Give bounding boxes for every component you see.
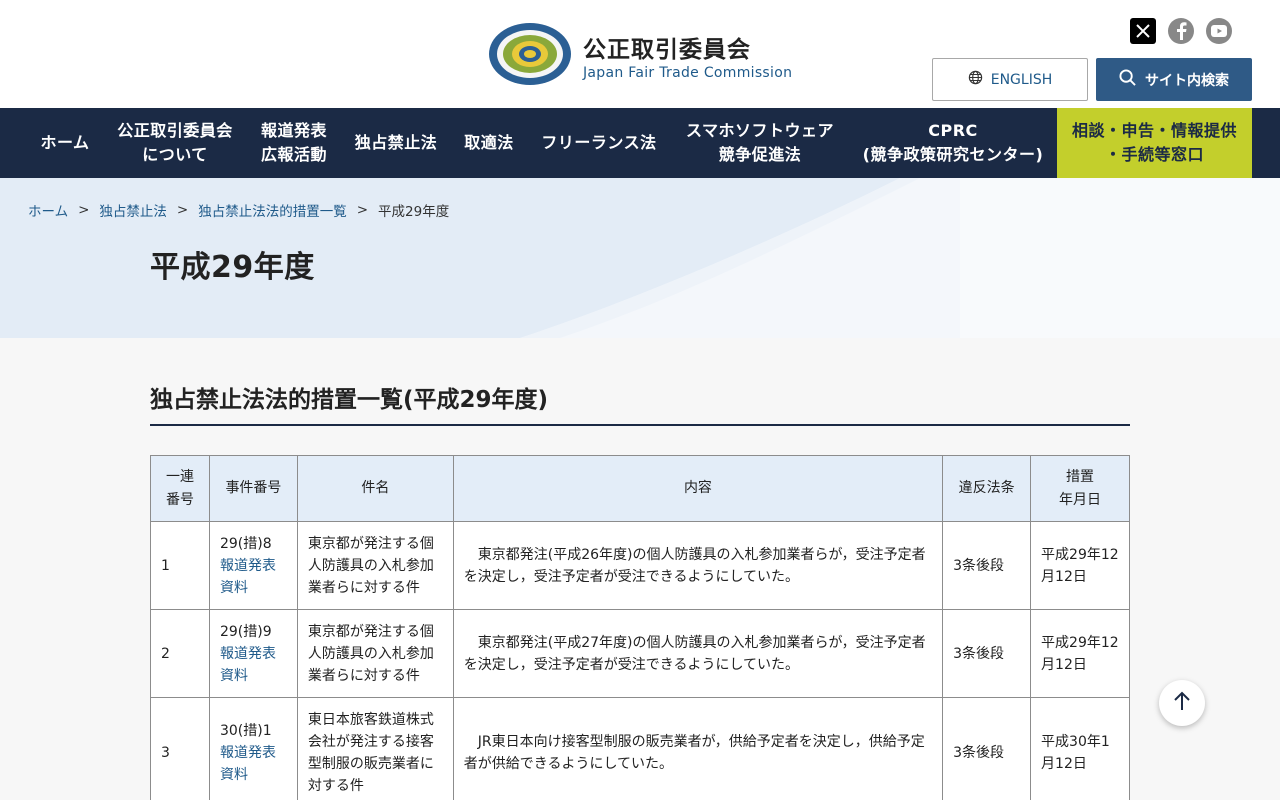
- nav-item-consultation[interactable]: 相談・申告・情報提供 ・手続等窓口: [1057, 108, 1252, 178]
- breadcrumb-separator: >: [176, 202, 189, 218]
- table-row: 1 29(措)8 報道発表資料 東京都が発注する個人防護具の入札参加業者らに対す…: [150, 521, 1130, 610]
- nav-item-press[interactable]: 報道発表 広報活動: [248, 108, 340, 178]
- case-number: 29(措)8: [219, 535, 272, 552]
- cell-content: JR東日本向け接客型制服の販売業者が，供給予定者を決定し，供給予定者が供給できる…: [452, 697, 944, 800]
- table-row: 2 29(措)9 報道発表資料 東京都が発注する個人防護具の入札参加業者らに対す…: [150, 609, 1130, 698]
- cell-serial: 2: [150, 609, 210, 698]
- cell-law: 3条後段: [942, 609, 1032, 698]
- press-release-link[interactable]: 報道発表資料: [220, 742, 287, 786]
- nav-item-cprc[interactable]: CPRC (競争政策研究センター): [854, 108, 1052, 178]
- site-search-button[interactable]: サイト内検索: [1096, 58, 1252, 101]
- section-title: 独占禁止法法的措置一覧(平成29年度): [150, 387, 549, 413]
- case-number: 30(措)1: [219, 722, 272, 739]
- breadcrumb: ホーム > 独占禁止法 > 独占禁止法法的措置一覧 > 平成29年度: [28, 200, 449, 220]
- globe-icon: [968, 70, 983, 89]
- site-header: 公正取引委員会 Japan Fair Trade Commission ENGL…: [0, 0, 1280, 108]
- global-nav: ホーム 公正取引委員会 について 報道発表 広報活動 独占禁止法 取適法 フリー…: [0, 108, 1280, 178]
- arrow-up-icon: [1173, 691, 1191, 715]
- nav-item-smartphone[interactable]: スマホソフトウェア 競争促進法: [672, 108, 848, 178]
- cell-subject: 東京都が発注する個人防護具の入札参加業者らに対する件: [296, 521, 454, 610]
- col-header-content: 内容: [452, 455, 944, 522]
- nav-item-antimonopoly[interactable]: 独占禁止法: [346, 108, 446, 178]
- cell-case-no: 29(措)9 報道発表資料: [208, 609, 298, 698]
- cell-date: 平成29年12月12日: [1030, 609, 1130, 698]
- col-header-case-no: 事件番号: [208, 455, 298, 522]
- breadcrumb-home[interactable]: ホーム: [28, 200, 68, 220]
- cell-date: 平成29年12月12日: [1030, 521, 1130, 610]
- cell-subject: 東京都が発注する個人防護具の入札参加業者らに対する件: [296, 609, 454, 698]
- case-number: 29(措)9: [219, 623, 272, 640]
- breadcrumb-current: 平成29年度: [378, 204, 450, 220]
- cell-case-no: 29(措)8 報道発表資料: [208, 521, 298, 610]
- cell-serial: 3: [150, 697, 210, 800]
- site-logo-subtitle[interactable]: Japan Fair Trade Commission: [583, 65, 792, 81]
- breadcrumb-antimonopoly[interactable]: 独占禁止法: [99, 200, 167, 220]
- cell-serial: 1: [150, 521, 210, 610]
- breadcrumb-separator: >: [356, 202, 369, 218]
- english-button[interactable]: ENGLISH: [932, 58, 1088, 101]
- cell-law: 3条後段: [942, 521, 1032, 610]
- cell-content: 東京都発注(平成26年度)の個人防護具の入札参加業者らが，受注予定者を決定し，受…: [452, 521, 944, 610]
- cell-case-no: 30(措)1 報道発表資料: [208, 697, 298, 800]
- youtube-icon[interactable]: [1206, 18, 1232, 44]
- cell-subject: 東日本旅客鉄道株式会社が発注する接客型制服の販売業者に対する件: [296, 697, 454, 800]
- x-icon[interactable]: [1130, 18, 1156, 44]
- english-label: ENGLISH: [990, 71, 1053, 88]
- section-divider: [150, 424, 1130, 426]
- page-title: 平成29年度: [150, 250, 315, 285]
- search-label: サイト内検索: [1145, 72, 1229, 89]
- facebook-icon[interactable]: [1168, 18, 1194, 44]
- jftc-logo-icon[interactable]: [488, 22, 572, 86]
- press-release-link[interactable]: 報道発表資料: [220, 555, 287, 599]
- site-logo-title[interactable]: 公正取引委員会: [583, 30, 751, 64]
- nav-item-subcontract[interactable]: 取適法: [452, 108, 526, 178]
- nav-item-about[interactable]: 公正取引委員会 について: [108, 108, 242, 178]
- table-header-row: 一連 番号 事件番号 件名 内容 違反法条 措置 年月日: [150, 455, 1130, 522]
- table-row: 3 30(措)1 報道発表資料 東日本旅客鉄道株式会社が発注する接客型制服の販売…: [150, 697, 1130, 800]
- breadcrumb-separator: >: [78, 202, 90, 218]
- measures-table: 一連 番号 事件番号 件名 内容 違反法条 措置 年月日 1 29(措)8 報道…: [150, 455, 1130, 800]
- back-to-top-button[interactable]: [1159, 680, 1205, 726]
- cell-law: 3条後段: [942, 697, 1032, 800]
- search-icon: [1119, 69, 1136, 90]
- nav-item-home[interactable]: ホーム: [28, 108, 102, 178]
- page-hero: ホーム > 独占禁止法 > 独占禁止法法的措置一覧 > 平成29年度 平成29年…: [0, 178, 1280, 338]
- col-header-subject: 件名: [296, 455, 454, 522]
- breadcrumb-measures-list[interactable]: 独占禁止法法的措置一覧: [198, 200, 347, 220]
- cell-content: 東京都発注(平成27年度)の個人防護具の入札参加業者らが，受注予定者を決定し，受…: [452, 609, 944, 698]
- press-release-link[interactable]: 報道発表資料: [220, 643, 287, 687]
- col-header-law: 違反法条: [942, 455, 1032, 522]
- col-header-date: 措置 年月日: [1030, 455, 1130, 522]
- nav-item-freelance[interactable]: フリーランス法: [532, 108, 666, 178]
- col-header-serial: 一連 番号: [150, 455, 210, 522]
- cell-date: 平成30年1月12日: [1030, 697, 1130, 800]
